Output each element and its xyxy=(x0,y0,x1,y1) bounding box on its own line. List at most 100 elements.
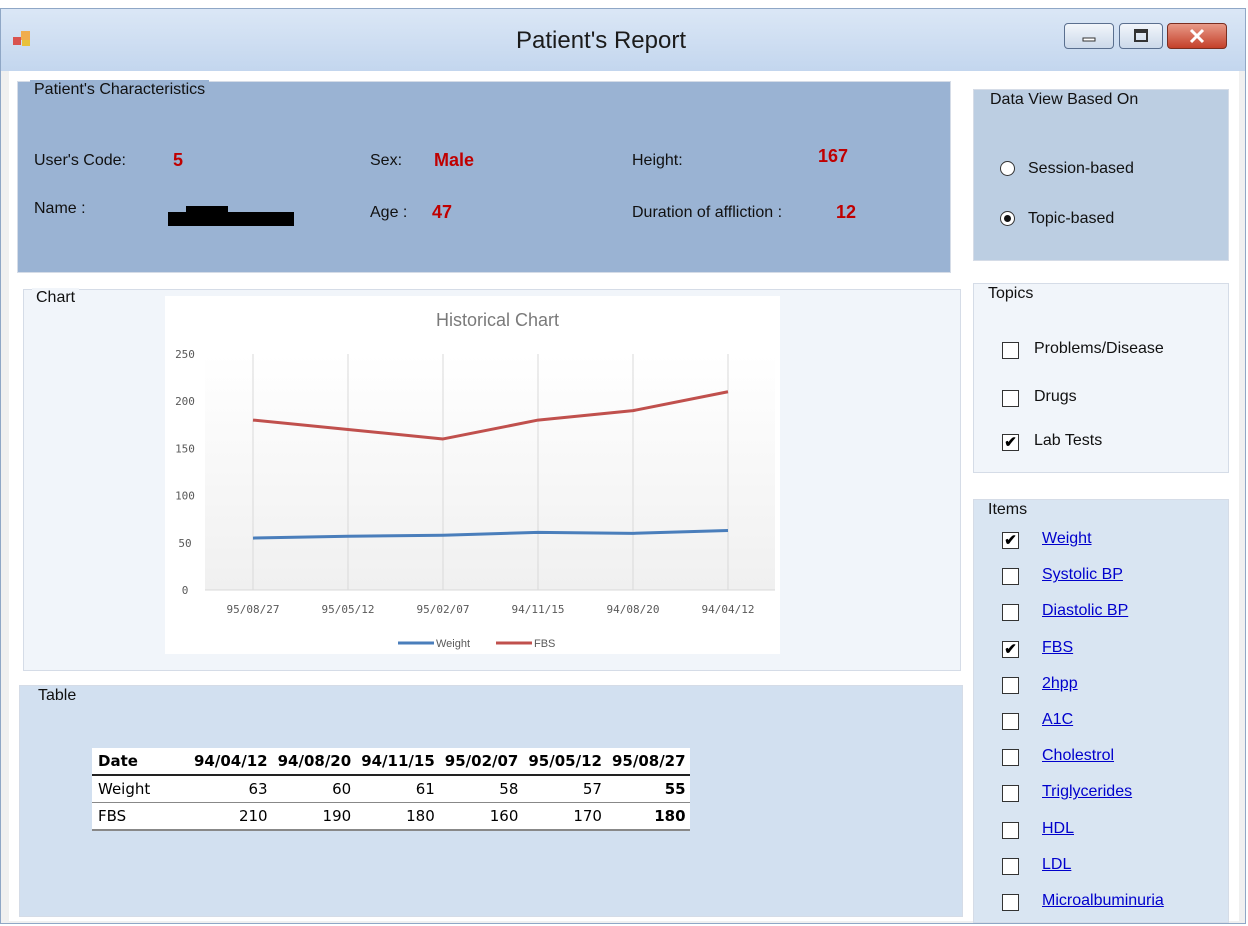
y-tick-label: 50 xyxy=(178,537,191,550)
data-table: Date 94/04/12 94/08/20 94/11/15 95/02/07 95/0… xyxy=(92,748,690,831)
table-cell: 55 xyxy=(605,775,690,803)
close-icon xyxy=(1189,28,1205,44)
item-link[interactable]: 2hpp xyxy=(1042,675,1078,693)
item-checkbox[interactable] xyxy=(1002,604,1019,622)
table-cell: 94/08/20 xyxy=(271,748,356,776)
problems-disease-label[interactable]: Problems/Disease xyxy=(1034,340,1164,358)
maximize-icon xyxy=(1134,29,1148,42)
group-label: Patient's Characteristics xyxy=(30,80,210,100)
item-checkbox[interactable] xyxy=(1002,785,1019,803)
minimize-icon xyxy=(1082,37,1096,42)
item-link[interactable]: LDL xyxy=(1042,856,1071,874)
minimize-button[interactable] xyxy=(1064,23,1114,49)
table-cell: 58 xyxy=(438,775,523,803)
group-label: Data View Based On xyxy=(986,90,1143,110)
table-cell: 63 xyxy=(188,775,272,803)
legend-label: FBS xyxy=(534,638,555,650)
item-checkbox[interactable] xyxy=(1002,676,1019,694)
table-cell: 210 xyxy=(238,807,268,825)
group-label: Items xyxy=(984,500,1032,520)
chart-title: Historical Chart xyxy=(436,310,559,330)
age-value: 47 xyxy=(432,202,453,222)
item-link[interactable]: Systolic BP xyxy=(1042,566,1123,584)
table-cell: Date xyxy=(92,748,188,776)
table-cell: FBS xyxy=(98,807,127,825)
y-tick-label: 0 xyxy=(182,584,189,597)
item-checkbox[interactable] xyxy=(1002,568,1019,586)
x-tick-label: 94/08/20 xyxy=(607,603,660,616)
item-link[interactable]: FBS xyxy=(1042,639,1073,657)
item-link[interactable]: Weight xyxy=(1042,530,1092,548)
table-cell: 94/04/12 xyxy=(188,748,272,776)
x-tick-label: 95/02/07 xyxy=(417,603,470,616)
group-label: Topics xyxy=(984,284,1038,304)
item-checkbox[interactable] xyxy=(1002,857,1019,875)
group-label: Table xyxy=(34,686,81,706)
age-label: Age : xyxy=(370,204,408,221)
item-checkbox[interactable]: ✔ xyxy=(1002,532,1019,549)
lab-tests-label[interactable]: Lab Tests xyxy=(1034,432,1102,450)
x-tick-label: 95/05/12 xyxy=(322,603,375,616)
y-tick-label: 100 xyxy=(175,490,195,503)
table-cell: 60 xyxy=(271,775,356,803)
items-group: Items ✔ Weight Systolic BP Diastolic BP ✔ FBS… xyxy=(973,499,1229,923)
user-code-label: User's Code: xyxy=(34,152,126,169)
legend-label: Weight xyxy=(436,638,470,650)
item-link[interactable]: Triglycerides xyxy=(1042,783,1132,801)
lab-tests-checkbox[interactable]: ✔ xyxy=(1002,434,1019,451)
title-bar[interactable]: Patient's Report xyxy=(1,9,1245,71)
patient-characteristics-group: Patient's Characteristics User's Code: 5… xyxy=(17,80,951,273)
table-cell: 160 xyxy=(489,807,519,825)
x-tick-label: 94/04/12 xyxy=(702,603,755,616)
topics-group: Topics Problems/Disease Drugs ✔ Lab Test… xyxy=(973,283,1229,473)
item-link[interactable]: Diastolic BP xyxy=(1042,602,1128,620)
drugs-checkbox[interactable] xyxy=(1002,390,1019,407)
table-cell: 180 xyxy=(406,807,435,825)
table-row: FBS 210 190 180 160 170 180 xyxy=(92,803,690,831)
y-tick-label: 250 xyxy=(175,348,195,361)
drugs-label[interactable]: Drugs xyxy=(1034,388,1077,406)
table-group: Table Date 94/04/12 94/08/20 94/11/15 95/02/… xyxy=(19,685,963,917)
topic-based-label[interactable]: Topic-based xyxy=(1028,210,1114,228)
close-button[interactable] xyxy=(1167,23,1227,49)
y-tick-label: 150 xyxy=(175,442,195,455)
sex-value: Male xyxy=(434,150,475,170)
table-cell: Weight xyxy=(92,775,188,803)
table-row: Weight 63 60 61 58 57 55 xyxy=(92,775,690,803)
table-cell: 94/11/15 xyxy=(355,748,439,776)
table-row: Date 94/04/12 94/08/20 94/11/15 95/02/07 95/0… xyxy=(92,748,690,776)
problems-disease-checkbox[interactable] xyxy=(1002,342,1019,359)
user-code-value: 5 xyxy=(173,150,184,170)
item-checkbox[interactable] xyxy=(1002,894,1019,911)
chart-group: Chart Historical Chart 0 50 100 150 200 250 95/… xyxy=(23,288,961,671)
data-view-group: Data View Based On Session-based Topic-b… xyxy=(973,89,1229,261)
duration-label: Duration of affliction : xyxy=(632,204,783,221)
item-link[interactable]: Microalbuminuria xyxy=(1042,892,1164,910)
table-cell: 170 xyxy=(573,807,602,825)
height-label: Height: xyxy=(632,152,683,169)
historical-chart: Historical Chart 0 50 100 150 200 250 95/08/27 9… xyxy=(165,296,780,654)
plot-area xyxy=(205,354,775,590)
duration-value: 12 xyxy=(836,202,857,222)
item-link[interactable]: Cholestrol xyxy=(1042,747,1114,765)
item-checkbox[interactable]: ✔ xyxy=(1002,640,1019,658)
table-cell: 95/05/12 xyxy=(522,748,606,776)
table-cell: 180 xyxy=(654,807,686,825)
window-title: Patient's Report xyxy=(515,27,686,54)
group-label: Chart xyxy=(32,288,80,308)
redacted-name-top xyxy=(186,206,228,216)
maximize-button[interactable] xyxy=(1119,23,1163,49)
table-cell: 61 xyxy=(355,775,439,803)
item-link[interactable]: A1C xyxy=(1042,711,1073,729)
height-value: 167 xyxy=(818,146,849,166)
item-checkbox[interactable] xyxy=(1002,749,1019,767)
client-area: Patient's Characteristics User's Code: 5… xyxy=(9,71,1239,923)
y-tick-label: 200 xyxy=(175,395,195,408)
table-cell: 57 xyxy=(522,775,606,803)
topic-based-radio[interactable] xyxy=(1000,211,1015,226)
session-based-radio[interactable] xyxy=(1000,161,1015,176)
item-link[interactable]: HDL xyxy=(1042,820,1074,838)
item-checkbox[interactable] xyxy=(1002,713,1019,730)
item-checkbox[interactable] xyxy=(1002,821,1019,839)
session-based-label[interactable]: Session-based xyxy=(1028,160,1134,178)
